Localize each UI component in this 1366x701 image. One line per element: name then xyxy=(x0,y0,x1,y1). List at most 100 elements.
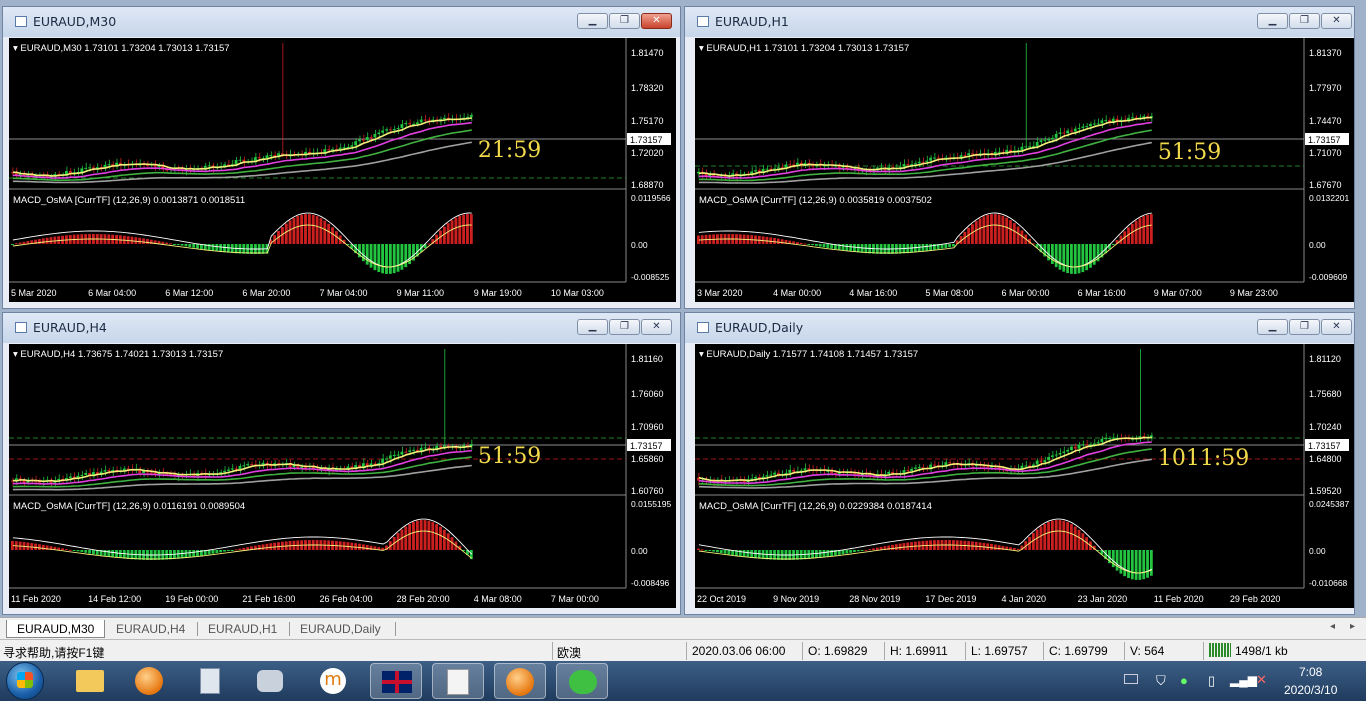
taskbar-calculator[interactable] xyxy=(184,663,236,699)
window-titlebar[interactable]: EURAUD,H1 ▁ ❐ ✕ xyxy=(685,7,1354,37)
clock-time[interactable]: 7:08 xyxy=(1299,665,1322,679)
macd-histogram-bar xyxy=(1127,550,1130,579)
minimize-icon: ▁ xyxy=(1268,15,1277,26)
candle-body xyxy=(442,117,446,120)
start-button[interactable] xyxy=(6,662,44,700)
candle-body xyxy=(1058,132,1062,134)
macd-histogram-bar xyxy=(738,550,742,557)
candle-body xyxy=(408,123,412,125)
macd-histogram-bar xyxy=(1134,550,1138,580)
window-titlebar[interactable]: EURAUD,M30 ▁ ❐ ✕ xyxy=(3,7,680,37)
price-axis-label: 1.74470 xyxy=(1309,116,1342,126)
taskbar-app-m[interactable]: m xyxy=(308,663,360,699)
shield-icon[interactable]: ⛉ xyxy=(1156,673,1166,689)
taskbar-document[interactable] xyxy=(432,663,484,699)
macd-histogram-bar xyxy=(404,526,408,550)
taskbar-metatrader[interactable] xyxy=(370,663,422,699)
window-title: EURAUD,H1 xyxy=(715,14,789,29)
tab-euraud-daily[interactable]: EURAUD,Daily xyxy=(290,620,391,638)
candle-body xyxy=(803,468,807,471)
macd-histogram-bar xyxy=(757,550,761,559)
candle-body xyxy=(269,465,273,467)
connection-bars-icon xyxy=(1209,643,1231,657)
price-chart[interactable]: ▾ EURAUD,Daily 1.71577 1.74108 1.71457 1… xyxy=(695,344,1354,608)
tab-euraud-h1[interactable]: EURAUD,H1 xyxy=(198,620,287,638)
candle-body xyxy=(1096,442,1100,444)
chart-window-h4[interactable]: EURAUD,H4 ▁ ❐ ✕ ▾ EURAUD,H4 1.73675 1.74… xyxy=(2,312,681,615)
macd-histogram-bar xyxy=(427,243,431,245)
candle-body xyxy=(149,472,153,474)
macd-histogram-bar xyxy=(223,550,226,552)
minimize-button[interactable]: ▁ xyxy=(1257,13,1288,29)
macd-histogram-bar xyxy=(1039,526,1043,550)
macd-histogram-bar xyxy=(211,244,215,251)
candle-body xyxy=(765,168,769,170)
close-button[interactable]: ✕ xyxy=(1321,319,1352,335)
tab-euraud-m30[interactable]: EURAUD,M30 xyxy=(6,620,106,638)
candle-body xyxy=(300,466,304,468)
keyboard-icon[interactable] xyxy=(1124,674,1138,684)
clock-date[interactable]: 2020/3/10 xyxy=(1284,683,1337,697)
price-axis-label: 1.70960 xyxy=(631,422,664,432)
chart-window-h1[interactable]: EURAUD,H1 ▁ ❐ ✕ ▾ EURAUD,H1 1.73101 1.73… xyxy=(684,6,1355,309)
maximize-button[interactable]: ❐ xyxy=(1289,319,1320,335)
macd-histogram-bar xyxy=(1138,218,1142,244)
tab-scroll-right-icon[interactable]: ▸ xyxy=(1350,621,1355,632)
window-titlebar[interactable]: EURAUD,H4 ▁ ❐ ✕ xyxy=(3,313,680,343)
close-button[interactable]: ✕ xyxy=(641,319,672,335)
macd-histogram-bar xyxy=(238,548,242,550)
chart-window-daily[interactable]: EURAUD,Daily ▁ ❐ ✕ ▾ EURAUD,Daily 1.7157… xyxy=(684,312,1355,615)
macd-histogram-bar xyxy=(814,550,818,559)
maximize-button[interactable]: ❐ xyxy=(609,319,640,335)
candle-body xyxy=(361,139,365,141)
battery-icon[interactable]: ▯ xyxy=(1208,673,1215,689)
macd-histogram-bar xyxy=(894,544,898,550)
candle-body xyxy=(948,462,952,464)
chart-window-m30[interactable]: EURAUD,M30 ▁ ❐ ✕ ▾ EURAUD,M30 1.73101 1.… xyxy=(2,6,681,309)
macd-histogram-bar xyxy=(902,543,906,550)
macd-histogram-bar xyxy=(1142,550,1146,580)
maximize-icon: ❐ xyxy=(1300,15,1309,26)
macd-histogram-bar xyxy=(872,548,875,550)
macd-histogram-bar xyxy=(1066,522,1070,550)
close-button[interactable]: ✕ xyxy=(1321,13,1352,29)
maximize-button[interactable]: ❐ xyxy=(609,13,640,29)
maximize-button[interactable]: ❐ xyxy=(1289,13,1320,29)
time-axis-label: 9 Mar 23:00 xyxy=(1230,288,1278,298)
candle-body xyxy=(1104,438,1108,440)
window-titlebar[interactable]: EURAUD,Daily ▁ ❐ ✕ xyxy=(685,313,1354,343)
network-icon[interactable]: ▂▄▆ xyxy=(1230,673,1257,687)
candle-body xyxy=(1020,146,1024,151)
macd-histogram-bar xyxy=(1054,244,1058,268)
price-chart[interactable]: ▾ EURAUD,H4 1.73675 1.74021 1.73013 1.73… xyxy=(9,344,676,608)
tab-scroll-left-icon[interactable]: ◂ xyxy=(1330,621,1335,632)
minimize-button[interactable]: ▁ xyxy=(577,13,608,29)
tab-separator xyxy=(395,622,396,636)
candle-body xyxy=(1077,127,1081,129)
volume-muted-icon[interactable]: ✕ xyxy=(1256,672,1267,688)
taskbar-wechat[interactable] xyxy=(556,663,608,699)
minimize-button[interactable]: ▁ xyxy=(1257,319,1288,335)
macd-histogram-bar xyxy=(80,550,84,553)
macd-histogram-bar xyxy=(196,244,199,249)
candle-body xyxy=(396,454,400,456)
macd-axis-label: 0.0245387 xyxy=(1309,499,1349,509)
price-chart[interactable]: ▾ EURAUD,H1 1.73101 1.73204 1.73013 1.73… xyxy=(695,38,1354,302)
taskbar-app-camera[interactable] xyxy=(244,663,296,699)
price-chart[interactable]: ▾ EURAUD,M30 1.73101 1.73204 1.73013 1.7… xyxy=(9,38,676,302)
taskbar-explorer[interactable] xyxy=(64,663,116,699)
macd-histogram-bar xyxy=(845,550,849,554)
minimize-button[interactable]: ▁ xyxy=(577,319,608,335)
price-axis-label: 1.75170 xyxy=(631,116,664,126)
macd-histogram-bar xyxy=(769,237,773,244)
wechat-tray-icon[interactable]: ● xyxy=(1180,673,1188,688)
close-button[interactable]: ✕ xyxy=(641,13,672,29)
taskbar-app-orange-2[interactable] xyxy=(494,663,546,699)
candle-body xyxy=(997,151,1001,153)
candle-body xyxy=(1092,443,1096,445)
taskbar-app-orange[interactable] xyxy=(124,663,176,699)
candle-body xyxy=(327,149,331,151)
tab-euraud-h4[interactable]: EURAUD,H4 xyxy=(106,620,195,638)
time-axis-label: 29 Feb 2020 xyxy=(1230,594,1281,604)
macd-histogram-bar xyxy=(1005,217,1009,244)
